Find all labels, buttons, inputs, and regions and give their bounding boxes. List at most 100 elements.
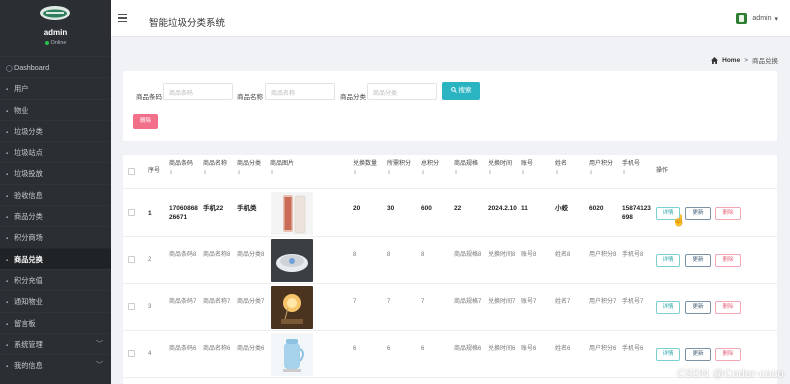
column-header-11[interactable]: 姓名 ⇕ [555,160,567,178]
column-header-12[interactable]: 用户积分 ⇕ [589,160,613,178]
sidebar-item-7[interactable]: ▪ 商品分类 [0,205,111,226]
sidebar-item-3[interactable]: ▪ 垃圾分类 [0,120,111,141]
row-checkbox[interactable] [128,209,135,216]
column-header-0: 序号 [148,167,160,176]
sidebar-user-status: Online [0,40,111,46]
sort-icon[interactable]: ⇕ [353,169,377,178]
sort-icon[interactable]: ⇕ [622,169,640,178]
sort-icon[interactable]: ⇕ [555,169,567,178]
sidebar-item-5[interactable]: ▪ 垃圾投放 [0,162,111,183]
sidebar-item-label: 垃圾分类 [14,126,43,136]
column-header-2[interactable]: 商品名称 ⇕ [203,160,227,178]
column-header-13[interactable]: 手机号 ⇕ [622,160,640,178]
logo-icon [40,6,70,20]
update-button[interactable]: 更新 [685,207,711,220]
cell-time: 兑换时间6 [488,346,516,352]
sort-icon[interactable]: ⇕ [387,169,411,178]
sort-icon[interactable]: ⇕ [169,169,193,178]
chevron-down-icon: ﹀ [96,340,103,348]
delete-button[interactable]: 删除 [715,301,741,314]
detail-button[interactable]: 详情 [656,348,680,361]
cell-category: 手机类 [237,205,257,212]
sidebar-item-label: Dashboard [14,63,50,72]
cell-points: 8 [387,252,391,258]
sidebar-item-10[interactable]: ▪ 积分充值 [0,269,111,290]
delete-button[interactable]: 删除 [715,348,741,361]
sidebar-item-12[interactable]: ▪ 留言板 [0,312,111,333]
sidebar-item-8[interactable]: ▪ 积分商场 [0,226,111,247]
search-button[interactable]: 搜索 [442,82,480,100]
column-header-4[interactable]: 商品图片 ⇕ [270,160,294,178]
sort-icon[interactable]: ⇕ [454,169,478,178]
cell-user_points: 6020 [589,205,604,212]
detail-button[interactable]: 详情 [656,301,680,314]
sort-icon[interactable]: ⇕ [270,169,294,178]
update-button[interactable]: 更新 [685,348,711,361]
sort-icon[interactable]: ⇕ [237,169,261,178]
sidebar: admin Online ◯Dashboard ▪ 用户 ▪ 物业 ▪ 垃圾分类 ▪ 垃圾站点 ▪… [0,0,111,384]
sort-icon[interactable]: ⇕ [521,169,533,178]
sidebar-item-11[interactable]: ▪ 通知物业 [0,290,111,311]
user-menu[interactable]: admin ▾ [736,13,778,24]
cell-code: 商品条码6 [169,346,197,352]
cell-index: 3 [148,304,152,310]
cell-username: 姓名6 [555,346,571,352]
sort-icon[interactable]: ⇕ [421,169,439,178]
column-header-9[interactable]: 兑换时间 ⇕ [488,160,512,178]
column-header-label: 商品分类 [237,161,262,167]
delete-button[interactable]: 删除 [715,207,741,220]
name-input[interactable]: 商品名称 [265,83,335,100]
column-header-label: 序号 [148,168,161,174]
breadcrumb-home[interactable]: Home [722,57,740,64]
cell-user_points: 用户积分6 [589,346,617,352]
column-header-3[interactable]: 商品分类 ⇕ [237,160,261,178]
sidebar-item-label: 通知物业 [14,297,43,307]
column-header-6[interactable]: 所需积分 ⇕ [387,160,411,178]
category-input[interactable]: 商品分类 [367,83,437,100]
menu-toggle-icon[interactable] [118,14,128,23]
home-icon [711,56,719,64]
sort-icon[interactable]: ⇕ [203,169,227,178]
cell-qty: 6 [353,346,357,352]
delete-button[interactable]: 删除 [715,254,741,267]
row-checkbox[interactable] [128,303,135,310]
table-row: 2 商品条码8 商品名称8 商品分类8 8 8 8 商品规格8 兑换时间8 账号8 姓名8 用户积分8… [123,237,777,284]
sidebar-item-label: 系统管理 [14,339,43,349]
update-button[interactable]: 更新 [685,301,711,314]
sidebar-item-label: 商品兑换 [14,254,43,264]
sidebar-item-label: 物业 [14,105,29,115]
sidebar-menu: ◯Dashboard ▪ 用户 ▪ 物业 ▪ 垃圾分类 ▪ 垃圾站点 ▪ 垃圾投放 ▪ 验收信息 ▪ 商品分… [0,56,111,375]
sidebar-item-6[interactable]: ▪ 验收信息 [0,184,111,205]
row-checkbox[interactable] [128,350,135,357]
column-header-14: 操作 [656,167,668,176]
sidebar-item-4[interactable]: ▪ 垃圾站点 [0,141,111,162]
mouse-cursor-icon: ☝ [672,215,686,227]
search-button-label: 搜索 [458,87,472,94]
column-header-7[interactable]: 总积分 ⇕ [421,160,439,178]
cell-spec: 商品规格6 [454,346,482,352]
select-all-checkbox[interactable] [128,168,135,175]
sort-icon[interactable]: ⇕ [488,169,512,178]
column-header-8[interactable]: 商品规格 ⇕ [454,160,478,178]
sort-icon[interactable]: ⇕ [589,169,613,178]
detail-button[interactable]: 详情 [656,254,680,267]
sidebar-item-label: 我的信息 [14,361,43,371]
cell-user_points: 用户积分7 [589,299,617,305]
sidebar-item-9[interactable]: ▪ 商品兑换 [0,247,111,269]
update-button[interactable]: 更新 [685,254,711,267]
sidebar-item-2[interactable]: ▪ 物业 [0,99,111,120]
sidebar-item-14[interactable]: ▪ 我的信息 ﹀ [0,354,111,375]
sidebar-item-13[interactable]: ▪ 系统管理 ﹀ [0,333,111,354]
column-header-1[interactable]: 商品条码 ⇕ [169,160,193,178]
status-text: Online [50,40,67,46]
code-input[interactable]: 商品条码 [163,83,233,100]
column-header-5[interactable]: 兑换数量 ⇕ [353,160,377,178]
sidebar-item-0[interactable]: ◯Dashboard [0,56,111,77]
row-checkbox[interactable] [128,256,135,263]
column-header-label: 操作 [656,168,669,174]
sidebar-item-1[interactable]: ▪ 用户 [0,77,111,98]
bulk-delete-button[interactable]: 删除 [133,114,158,129]
column-header-label: 兑换数量 [353,161,378,167]
column-header-10[interactable]: 账号 ⇕ [521,160,533,178]
search-panel: 商品条码 商品条码 商品名称 商品名称 商品分类 商品分类 搜索 删除 [123,71,777,141]
